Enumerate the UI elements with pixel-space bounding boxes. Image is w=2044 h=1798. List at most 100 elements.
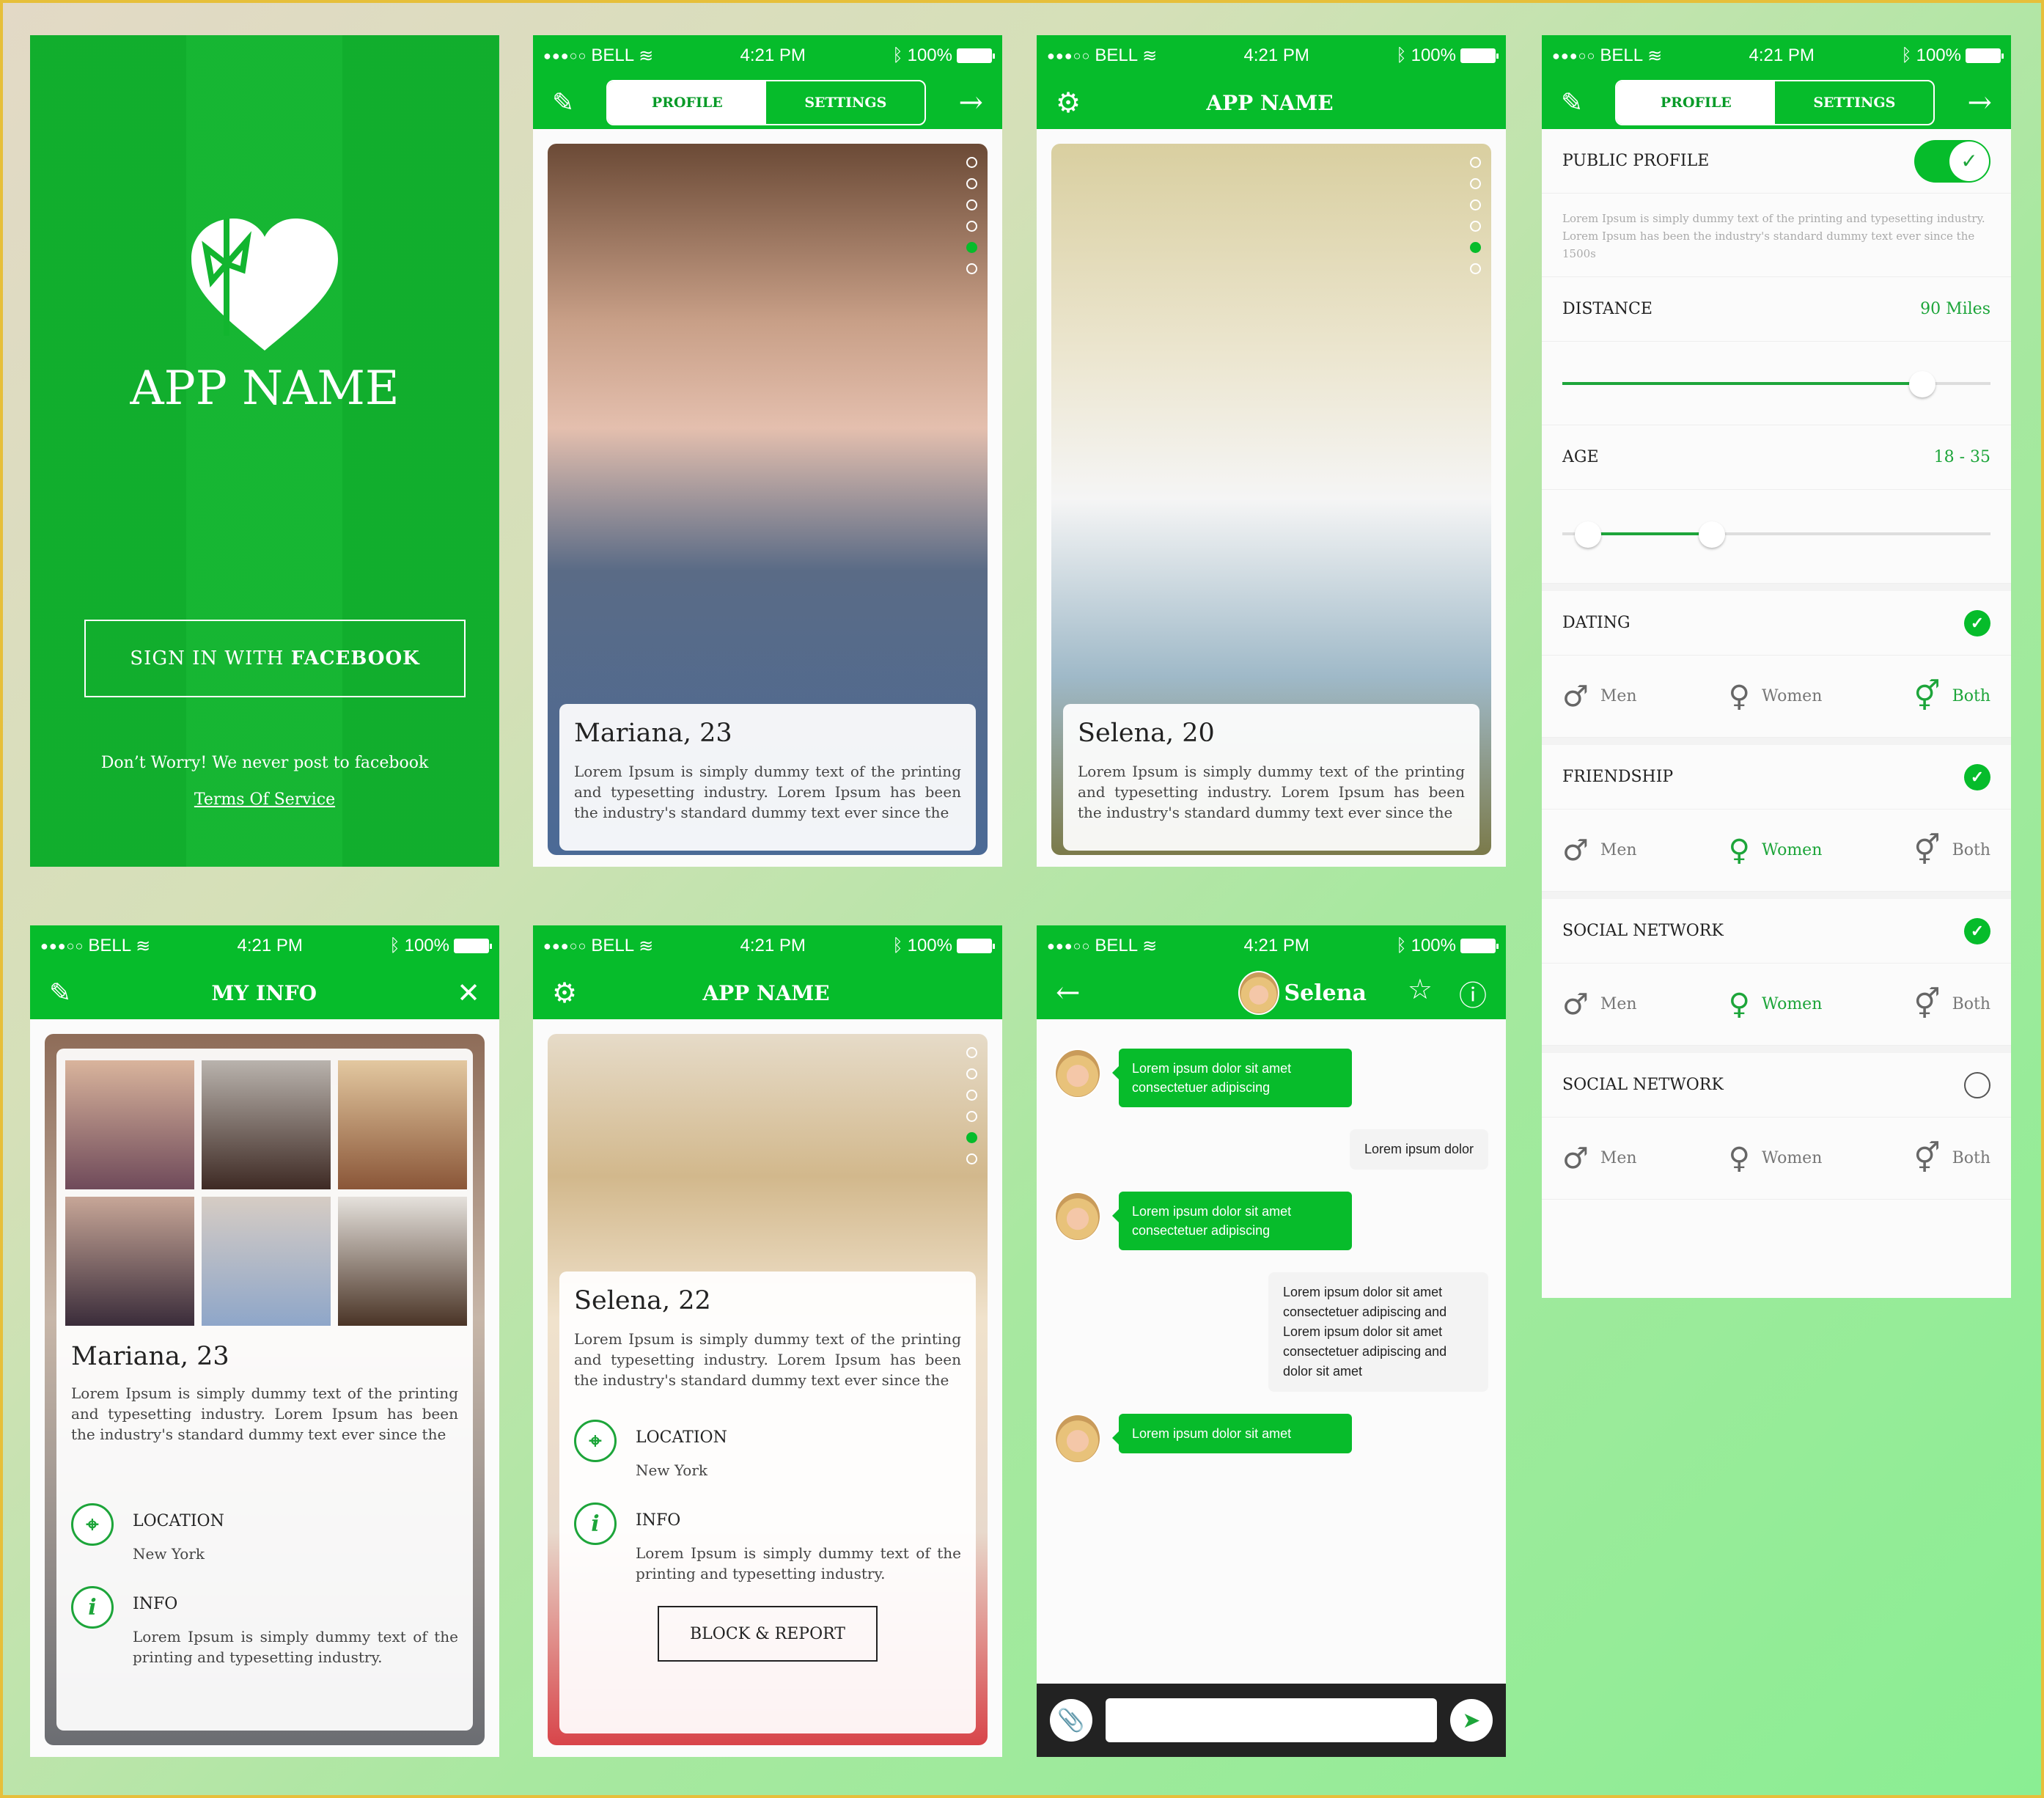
signal-icon: ●●●○○ <box>543 48 587 63</box>
pager-dot[interactable] <box>1470 263 1481 274</box>
distance-row: DISTANCE 90 Miles <box>1542 277 2011 342</box>
pager-dot[interactable] <box>966 221 977 232</box>
pager-dot[interactable] <box>966 1111 977 1122</box>
checked-circle-icon[interactable]: ✓ <box>1964 917 1990 944</box>
contact-avatar <box>1238 971 1280 1015</box>
gender-option-both[interactable]: ⚥ Both <box>1914 680 1990 713</box>
gender-option-women[interactable]: ♀ Women <box>1729 680 1823 713</box>
profile-info-card: Selena, 22 Lorem Ipsum is simply dummy t… <box>559 1272 976 1733</box>
pager-dot[interactable] <box>966 263 977 274</box>
age-min-handle[interactable] <box>1575 521 1602 548</box>
pager-dot[interactable] <box>966 199 977 210</box>
clock: 4:21 PM <box>1243 45 1309 65</box>
settings-screen: ●●●○○ BELL ≋ 4:21 PM ᛒ 100% ✎ PROFILE SETTINGS… <box>1542 35 2011 1298</box>
unchecked-circle-icon[interactable] <box>1964 1071 1990 1098</box>
signal-icon: ●●●○○ <box>40 938 84 953</box>
gender-option-men[interactable]: ♂ Men <box>1562 1142 1637 1175</box>
profile-photo[interactable]: Selena, 22 Lorem Ipsum is simply dummy t… <box>548 1034 988 1745</box>
gender-option-men[interactable]: ♂ Men <box>1562 988 1637 1021</box>
pager-dot[interactable] <box>966 1153 977 1164</box>
gender-options: ♂ Men ♀ Women ⚥ Both <box>1542 964 2011 1046</box>
checked-circle-icon[interactable]: ✓ <box>1964 609 1990 636</box>
close-icon[interactable]: ✕ <box>457 977 480 1009</box>
info-bubble-icon[interactable]: ⓘ <box>1459 973 1487 1013</box>
pager-dot[interactable] <box>1470 199 1481 210</box>
age-range-slider[interactable] <box>1542 490 2011 584</box>
public-profile-toggle[interactable]: ✓ <box>1914 139 1990 183</box>
terms-link[interactable]: Terms Of Service <box>30 790 499 809</box>
pager-dot[interactable] <box>966 1132 977 1143</box>
star-icon[interactable]: ☆ <box>1408 973 1433 1013</box>
sender-avatar[interactable] <box>1054 1414 1101 1464</box>
profile-photo[interactable]: Mariana, 23 Lorem Ipsum is simply dummy … <box>548 144 988 855</box>
distance-slider[interactable] <box>1542 342 2011 425</box>
gender-option-women[interactable]: ♀ Women <box>1729 834 1823 867</box>
tab-settings[interactable]: SETTINGS <box>1775 81 1933 124</box>
gender-option-women[interactable]: ♀ Women <box>1729 1142 1823 1175</box>
pager-dot[interactable] <box>1470 221 1481 232</box>
pager-dot[interactable] <box>966 1068 977 1079</box>
battery-percent: 100% <box>404 936 449 955</box>
gallery-photo[interactable] <box>202 1060 331 1189</box>
gender-label: Men <box>1600 1149 1637 1167</box>
tab-profile[interactable]: PROFILE <box>608 81 767 124</box>
both-genders-icon: ⚥ <box>1914 1141 1941 1175</box>
gender-option-both[interactable]: ⚥ Both <box>1914 988 1990 1021</box>
edit-icon[interactable]: ✎ <box>552 88 574 118</box>
sender-avatar[interactable] <box>1054 1049 1101 1098</box>
gallery-photo[interactable] <box>65 1197 194 1326</box>
facebook-signin-button[interactable]: SIGN IN WITH FACEBOOK <box>84 620 466 697</box>
gear-icon[interactable]: ⚙ <box>1056 87 1081 119</box>
bluetooth-icon: ᛒ <box>1396 45 1407 65</box>
gallery-photo[interactable] <box>202 1197 331 1326</box>
gender-option-both[interactable]: ⚥ Both <box>1914 834 1990 867</box>
pager-dot[interactable] <box>966 157 977 168</box>
gallery-photo[interactable] <box>338 1060 467 1189</box>
info-value: Lorem Ipsum is simply dummy text of the … <box>636 1544 961 1582</box>
message-input[interactable] <box>1106 1698 1437 1742</box>
contact-name: Selena <box>1284 980 1367 1006</box>
checked-circle-icon[interactable]: ✓ <box>1964 763 1990 790</box>
preference-section: DATING ✓ ♂ Men ♀ Women ⚥ Both <box>1542 584 2011 738</box>
sender-avatar[interactable] <box>1054 1192 1101 1241</box>
edit-icon[interactable]: ✎ <box>49 978 71 1008</box>
gender-option-women[interactable]: ♀ Women <box>1729 988 1823 1021</box>
app-name: APP NAME <box>130 362 400 416</box>
arrow-right-icon[interactable]: → <box>958 86 983 120</box>
gender-option-men[interactable]: ♂ Men <box>1562 680 1637 713</box>
age-max-handle[interactable] <box>1699 521 1726 548</box>
pager-dot[interactable] <box>1470 178 1481 189</box>
profile-bio: Lorem Ipsum is simply dummy text of the … <box>574 763 961 821</box>
pager-dot[interactable] <box>1470 157 1481 168</box>
arrow-right-icon[interactable]: → <box>1967 86 1992 120</box>
gender-option-men[interactable]: ♂ Men <box>1562 834 1637 867</box>
bluetooth-icon: ᛒ <box>389 936 400 955</box>
signin-prefix: SIGN IN WITH <box>130 647 291 669</box>
pager-dot[interactable] <box>966 1090 977 1101</box>
chat-contact[interactable]: Selena <box>1238 971 1367 1015</box>
block-report-button[interactable]: BLOCK & REPORT <box>658 1606 878 1662</box>
gear-icon[interactable]: ⚙ <box>552 977 577 1009</box>
pager-dot[interactable] <box>966 178 977 189</box>
profile-photo[interactable]: Selena, 20 Lorem Ipsum is simply dummy t… <box>1051 144 1491 855</box>
gender-label: Women <box>1761 1149 1823 1167</box>
bluetooth-icon: ᛒ <box>1901 45 1912 65</box>
splash-screen: APP NAME SIGN IN WITH FACEBOOK Don’t Wor… <box>30 35 499 867</box>
tab-profile[interactable]: PROFILE <box>1617 81 1776 124</box>
male-icon: ♂ <box>1562 987 1589 1021</box>
gallery-photo[interactable] <box>65 1060 194 1189</box>
paperclip-icon[interactable]: 📎 <box>1050 1699 1092 1742</box>
gender-option-both[interactable]: ⚥ Both <box>1914 1142 1990 1175</box>
pager-dot[interactable] <box>966 1047 977 1058</box>
gallery-photo[interactable] <box>338 1197 467 1326</box>
send-icon[interactable]: ➤ <box>1450 1699 1493 1742</box>
distance-slider-handle[interactable] <box>1908 371 1935 397</box>
edit-icon[interactable]: ✎ <box>1561 88 1583 118</box>
pager-dot[interactable] <box>1470 242 1481 253</box>
gender-label: Men <box>1600 995 1637 1013</box>
tab-settings[interactable]: SETTINGS <box>766 81 924 124</box>
wifi-icon: ≋ <box>1142 936 1158 956</box>
section-label: SOCIAL NETWORK <box>1562 1076 1724 1094</box>
pager-dot[interactable] <box>966 242 977 253</box>
back-arrow-icon[interactable]: ← <box>1056 976 1081 1010</box>
